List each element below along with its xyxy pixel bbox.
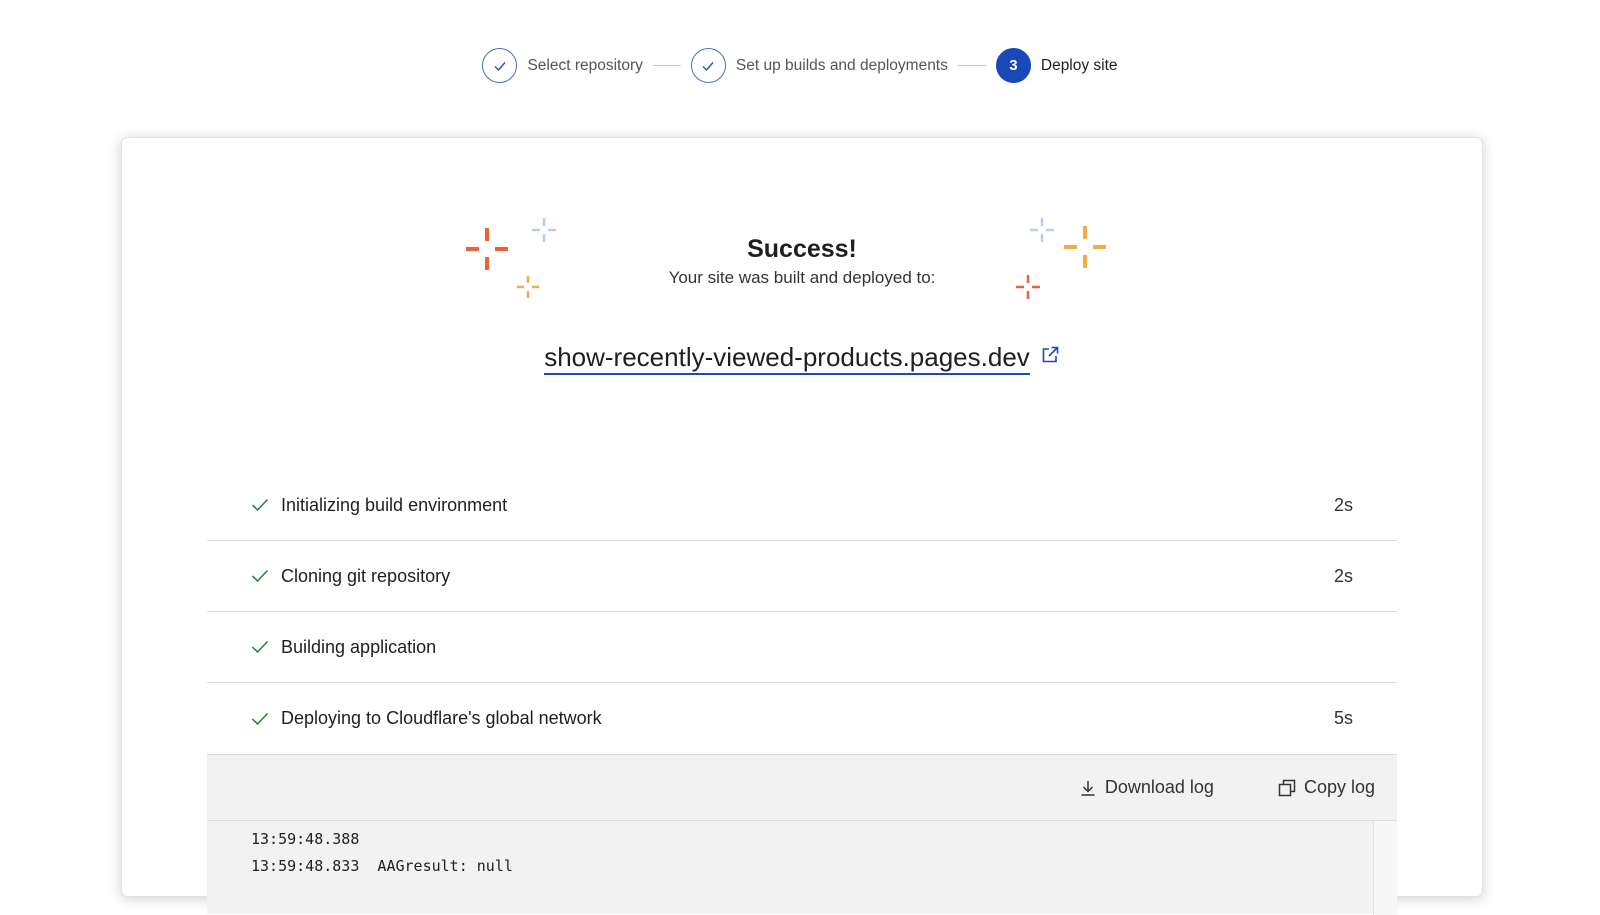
build-step-label: Cloning git repository: [281, 565, 451, 586]
download-icon: [1081, 780, 1095, 796]
deployed-site-link[interactable]: show-recently-viewed-products.pages.dev: [544, 342, 1030, 375]
step-complete-check-icon: [482, 48, 518, 83]
build-step-row[interactable]: Deploying to Cloudflare's global network…: [207, 683, 1397, 754]
build-step-row[interactable]: Initializing build environment 2s: [207, 470, 1397, 541]
step-select-repository: Select repository: [482, 48, 643, 83]
deployment-result-card: Success! Your site was built and deploye…: [121, 137, 1483, 915]
log-line: 13:59:48.388: [251, 830, 360, 848]
build-step-row[interactable]: Building application: [207, 612, 1397, 683]
step-label: Select repository: [527, 56, 643, 74]
build-step-label: Initializing build environment: [281, 494, 508, 515]
copy-log-button[interactable]: Copy log: [1278, 777, 1375, 798]
build-steps-list: Initializing build environment 2s Clonin…: [207, 470, 1397, 754]
step-separator: [957, 65, 986, 66]
download-log-button[interactable]: Download log: [1079, 777, 1214, 798]
external-link-icon[interactable]: [1040, 345, 1060, 365]
build-step-duration: 2s: [1333, 565, 1353, 586]
success-check-icon: [251, 498, 269, 512]
success-check-icon: [251, 712, 269, 726]
log-output[interactable]: 13:59:48.388 13:59:48.833 AAGresult: nul…: [207, 821, 1397, 915]
step-complete-check-icon: [690, 48, 726, 83]
success-subtitle: Your site was built and deployed to:: [668, 268, 936, 287]
deploy-stepper: Select repository Set up builds and depl…: [0, 48, 1600, 83]
success-title: Success!: [747, 235, 857, 263]
step-deploy-site: 3 Deploy site: [995, 48, 1118, 83]
success-check-icon: [251, 569, 269, 583]
download-log-label: Download log: [1104, 777, 1214, 797]
log-toolbar: Download log Copy log: [207, 755, 1397, 821]
log-line: 13:59:48.833 AAGresult: null: [251, 857, 513, 875]
step-label: Deploy site: [1040, 56, 1118, 74]
success-check-icon: [251, 640, 269, 654]
step-label: Set up builds and deployments: [735, 56, 948, 74]
copy-icon: [1278, 779, 1296, 796]
step-separator: [652, 65, 681, 66]
step-number: 3: [995, 48, 1031, 83]
build-step-label: Deploying to Cloudflare's global network: [281, 708, 602, 728]
log-scrollbar[interactable]: [1373, 821, 1397, 915]
step-set-up-builds: Set up builds and deployments: [690, 48, 948, 83]
build-step-row[interactable]: Cloning git repository 2s: [207, 541, 1397, 612]
build-log-panel: Download log Copy log 13:59:48.388 13:59…: [207, 754, 1397, 915]
build-step-label: Building application: [281, 636, 437, 657]
build-step-duration: 5s: [1333, 708, 1353, 728]
copy-log-label: Copy log: [1303, 777, 1375, 797]
site-link-container: show-recently-viewed-products.pages.dev: [122, 342, 1482, 375]
build-step-duration: 2s: [1333, 494, 1353, 515]
